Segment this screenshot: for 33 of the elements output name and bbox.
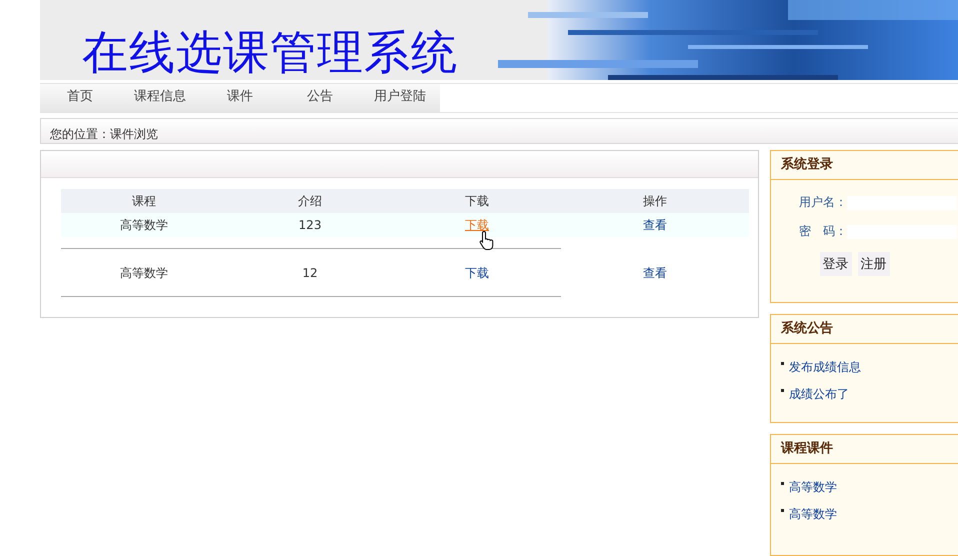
- table-cell-text: 123: [298, 218, 322, 232]
- nav-link[interactable]: 用户登陆: [360, 84, 440, 112]
- list-link[interactable]: 发布成绩信息: [789, 359, 862, 376]
- table-cell-text: 高等数学: [119, 264, 169, 282]
- field-label: 密 码：: [798, 223, 848, 240]
- column-header: 课程: [131, 192, 157, 210]
- column-header: 操作: [642, 192, 668, 210]
- view-link[interactable]: 查看: [643, 266, 667, 280]
- table-cell-text: 12: [301, 266, 319, 280]
- nav-link[interactable]: 课程信息: [120, 84, 200, 112]
- list-link[interactable]: 高等数学: [789, 479, 838, 496]
- field-label: 用户名：: [798, 194, 848, 211]
- box-title: 系统登录: [771, 151, 958, 180]
- column-header: 下载: [464, 192, 490, 210]
- form-button[interactable]: 注册: [858, 252, 890, 276]
- box-title: 课程课件: [771, 435, 958, 464]
- breadcrumb: 您的位置：课件浏览: [50, 126, 158, 143]
- nav-link[interactable]: 课件: [200, 84, 280, 112]
- box-title: 系统公告: [771, 315, 958, 344]
- bullet-icon: [781, 482, 784, 485]
- form-button[interactable]: 登录: [820, 252, 852, 276]
- table-cell-text: 高等数学: [119, 216, 169, 234]
- list-link[interactable]: 高等数学: [789, 506, 838, 523]
- download-link[interactable]: 下载: [465, 266, 489, 280]
- bullet-icon: [781, 389, 784, 392]
- site-title: 在线选课管理系统: [81, 24, 458, 80]
- bullet-icon: [781, 509, 784, 512]
- list-link[interactable]: 成绩公布了: [789, 386, 850, 403]
- column-header: 介绍: [297, 192, 323, 210]
- bullet-icon: [781, 362, 784, 365]
- nav-link[interactable]: 首页: [40, 84, 120, 112]
- view-link[interactable]: 查看: [643, 218, 667, 232]
- nav-link[interactable]: 公告: [280, 84, 360, 112]
